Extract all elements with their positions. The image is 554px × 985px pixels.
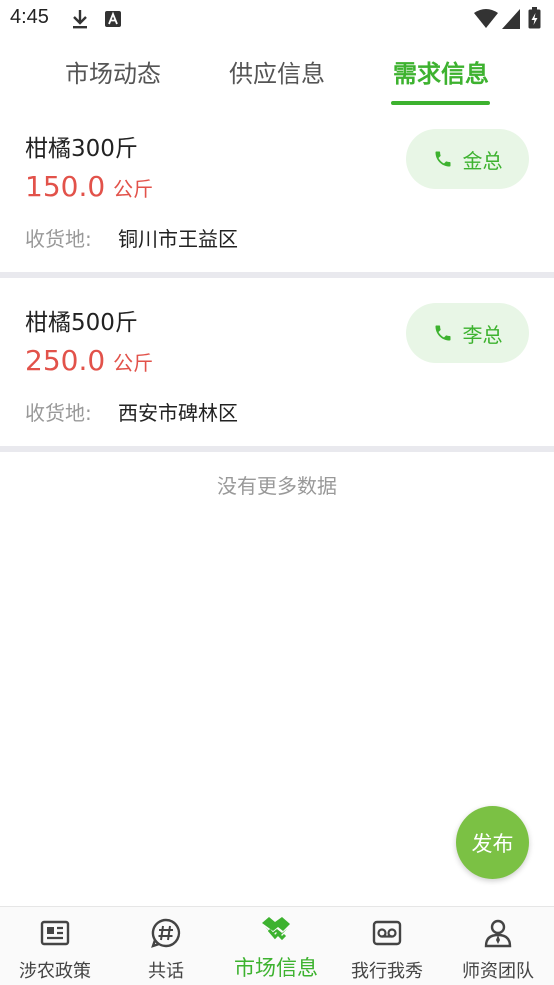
nav-discussion[interactable]: 共话 xyxy=(111,907,221,985)
handshake-icon xyxy=(262,917,290,941)
nav-teachers[interactable]: 师资团队 xyxy=(443,907,553,985)
demand-listing-card[interactable]: 柑橘500斤 250.0 公斤 收货地: 西安市碑林区 李总 xyxy=(0,279,554,447)
nav-market-info[interactable]: 市场信息 xyxy=(221,907,331,985)
address-label: 收货地: xyxy=(25,227,92,251)
contact-name: 金总 xyxy=(462,148,503,173)
nav-label: 市场信息 xyxy=(234,956,318,980)
listing-address: 西安市碑林区 xyxy=(118,401,238,425)
price-unit: 公斤 xyxy=(113,177,154,201)
price-value: 250.0 xyxy=(25,344,106,377)
address-label: 收货地: xyxy=(25,401,92,425)
phone-icon xyxy=(435,151,450,167)
person-icon xyxy=(484,919,512,948)
tab-supply-info[interactable]: 供应信息 xyxy=(224,54,330,89)
publish-button[interactable]: 发布 xyxy=(456,806,529,879)
contact-button[interactable]: 金总 xyxy=(406,129,529,189)
card-divider xyxy=(0,446,554,452)
listing-title: 柑橘500斤 xyxy=(25,310,138,336)
newspaper-icon xyxy=(40,920,70,946)
cell-signal-icon xyxy=(502,9,520,29)
price-value: 150.0 xyxy=(25,170,106,203)
listing-price: 150.0 公斤 xyxy=(25,170,153,203)
tab-demand-info[interactable]: 需求信息 xyxy=(388,54,494,89)
nav-label: 涉农政策 xyxy=(19,961,91,982)
listing-price: 250.0 公斤 xyxy=(25,344,153,377)
card-divider xyxy=(0,272,554,278)
font-app-icon xyxy=(105,11,121,27)
hashtag-chat-icon xyxy=(151,918,181,948)
tab-market-news[interactable]: 市场动态 xyxy=(60,54,166,89)
demand-listing-card[interactable]: 柑橘300斤 150.0 公斤 收货地: 铜川市王益区 金总 xyxy=(0,105,554,273)
status-bar: 4:45 xyxy=(0,0,554,38)
status-time: 4:45 xyxy=(10,6,49,28)
phone-icon xyxy=(435,325,450,341)
contact-name: 李总 xyxy=(462,322,503,347)
wifi-icon xyxy=(474,9,498,28)
nav-showcase[interactable]: 我行我秀 xyxy=(332,907,442,985)
battery-icon xyxy=(528,7,541,29)
no-more-data-text: 没有更多数据 xyxy=(217,474,337,498)
voicemail-icon xyxy=(372,920,402,946)
nav-label: 我行我秀 xyxy=(351,961,423,982)
tab-bar: 市场动态 供应信息 需求信息 xyxy=(0,38,554,108)
bottom-nav: 涉农政策 共话 市场信息 我行我秀 师资团队 xyxy=(0,906,554,985)
contact-button[interactable]: 李总 xyxy=(406,303,529,363)
nav-label: 共话 xyxy=(148,961,184,982)
download-icon xyxy=(73,10,87,29)
price-unit: 公斤 xyxy=(113,351,154,375)
nav-label: 师资团队 xyxy=(462,961,534,982)
nav-agri-policy[interactable]: 涉农政策 xyxy=(0,907,110,985)
listing-address: 铜川市王益区 xyxy=(118,227,238,251)
listing-title: 柑橘300斤 xyxy=(25,136,138,162)
